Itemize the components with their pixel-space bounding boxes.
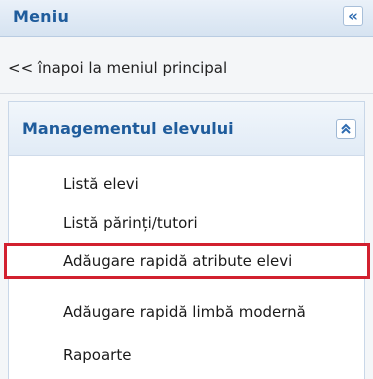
divider <box>0 93 373 94</box>
student-management-section: Managementul elevului Listă elevi Listă … <box>4 101 370 379</box>
menu-item-label: Adăugare rapidă atribute elevi <box>63 252 293 270</box>
menu-item-quick-add-student-attributes[interactable]: Adăugare rapidă atribute elevi <box>4 243 370 279</box>
menu-item-label: Listă părinți/tutori <box>63 214 198 232</box>
menu-item-label: Listă elevi <box>63 175 139 193</box>
section-header[interactable]: Managementul elevului <box>9 102 364 156</box>
menu-item-label: Rapoarte <box>63 346 132 364</box>
menu-item-reports[interactable]: Rapoarte <box>9 339 364 371</box>
menu-item-label: Adăugare rapidă limbă modernă <box>63 303 306 321</box>
double-chevron-left-icon[interactable]: « <box>343 6 363 26</box>
menu-item-student-list[interactable]: Listă elevi <box>9 168 364 200</box>
menu-item-parent-list[interactable]: Listă părinți/tutori <box>9 207 364 239</box>
menu-header: Meniu « <box>0 0 373 37</box>
double-chevron-up-icon[interactable] <box>336 119 356 139</box>
back-to-main-menu-link[interactable]: << înapoi la meniul principal <box>8 59 227 77</box>
section-title: Managementul elevului <box>22 119 234 138</box>
menu-item-quick-add-modern-language[interactable]: Adăugare rapidă limbă modernă <box>9 296 364 328</box>
menu-title: Meniu <box>13 7 70 26</box>
sidebar-menu-panel: Meniu « << înapoi la meniul principal Ma… <box>0 0 373 379</box>
